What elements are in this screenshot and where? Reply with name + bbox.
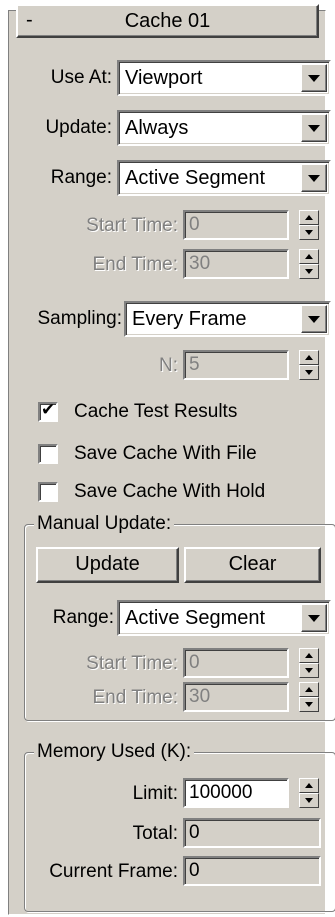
spinner-down-icon[interactable] — [299, 365, 319, 380]
manual-update-title: Manual Update: — [34, 512, 175, 536]
spinner-up-icon[interactable] — [299, 682, 319, 697]
total-label: Total: — [132, 823, 178, 844]
cache-test-results-checkbox[interactable]: ✔ — [38, 400, 58, 422]
cache-test-results-label[interactable]: Cache Test Results — [74, 400, 237, 424]
end-time-spinner[interactable] — [299, 249, 319, 279]
end-time-field[interactable]: 30 — [183, 249, 289, 279]
total-field: 0 — [183, 818, 321, 848]
current-frame-field: 0 — [183, 856, 321, 886]
start-time-label: Start Time: — [86, 215, 178, 236]
cache-rollout-page: - Cache 01 Use At: Viewport Update: Alwa… — [0, 0, 335, 917]
chevron-down-icon[interactable] — [301, 164, 327, 192]
use-at-label: Use At: — [50, 67, 112, 88]
manual-start-time-field[interactable]: 0 — [183, 648, 289, 678]
sampling-value: Every Frame — [132, 308, 247, 330]
spinner-down-icon[interactable] — [299, 264, 319, 279]
chevron-down-icon[interactable] — [301, 114, 327, 142]
limit-label: Limit: — [132, 783, 178, 804]
manual-end-time-label: End Time: — [92, 687, 178, 708]
start-time-spinner[interactable] — [299, 210, 319, 240]
spinner-up-icon[interactable] — [299, 648, 319, 663]
range-value: Active Segment — [125, 167, 266, 189]
update-value: Always — [125, 117, 189, 139]
check-icon: ✔ — [41, 400, 56, 419]
manual-start-time-spinner[interactable] — [299, 648, 319, 678]
rollout-title-bar[interactable]: - Cache 01 — [16, 4, 319, 38]
limit-spinner[interactable] — [299, 778, 319, 808]
spinner-up-icon[interactable] — [299, 249, 319, 264]
memory-used-title: Memory Used (K): — [34, 740, 195, 764]
range-dropdown[interactable]: Active Segment — [117, 160, 331, 196]
limit-field[interactable]: 100000 — [183, 778, 289, 808]
n-field[interactable]: 5 — [183, 350, 289, 380]
save-cache-with-file-checkbox[interactable] — [38, 444, 58, 464]
spinner-down-icon[interactable] — [299, 697, 319, 712]
update-dropdown[interactable]: Always — [117, 110, 331, 146]
update-button[interactable]: Update — [36, 547, 179, 583]
sampling-label: Sampling: — [37, 308, 123, 329]
spinner-up-icon[interactable] — [299, 778, 319, 793]
chevron-down-icon[interactable] — [301, 305, 327, 333]
current-frame-label: Current Frame: — [49, 861, 178, 882]
start-time-field[interactable]: 0 — [183, 210, 289, 240]
n-label: N: — [159, 355, 178, 376]
rollout-title: Cache 01 — [124, 10, 211, 32]
save-cache-with-hold-checkbox[interactable] — [38, 482, 58, 502]
manual-end-time-field[interactable]: 30 — [183, 682, 289, 712]
clear-button[interactable]: Clear — [184, 547, 321, 583]
save-cache-with-file-label[interactable]: Save Cache With File — [74, 442, 257, 466]
spinner-down-icon[interactable] — [299, 793, 319, 808]
range-label: Range: — [50, 167, 112, 188]
end-time-label: End Time: — [92, 254, 178, 275]
save-cache-with-hold-label[interactable]: Save Cache With Hold — [74, 480, 265, 504]
spinner-up-icon[interactable] — [299, 350, 319, 365]
spinner-up-icon[interactable] — [299, 210, 319, 225]
chevron-down-icon[interactable] — [301, 64, 327, 92]
spinner-down-icon[interactable] — [299, 663, 319, 678]
sampling-dropdown[interactable]: Every Frame — [124, 301, 331, 337]
n-spinner[interactable] — [299, 350, 319, 380]
chevron-down-icon[interactable] — [301, 604, 327, 632]
manual-start-time-label: Start Time: — [86, 653, 178, 674]
use-at-value: Viewport — [125, 67, 203, 89]
manual-end-time-spinner[interactable] — [299, 682, 319, 712]
manual-range-label: Range: — [52, 607, 114, 628]
spinner-down-icon[interactable] — [299, 225, 319, 240]
manual-range-value: Active Segment — [125, 607, 266, 629]
use-at-dropdown[interactable]: Viewport — [117, 60, 331, 96]
update-label: Update: — [45, 117, 112, 138]
manual-range-dropdown[interactable]: Active Segment — [117, 600, 331, 636]
